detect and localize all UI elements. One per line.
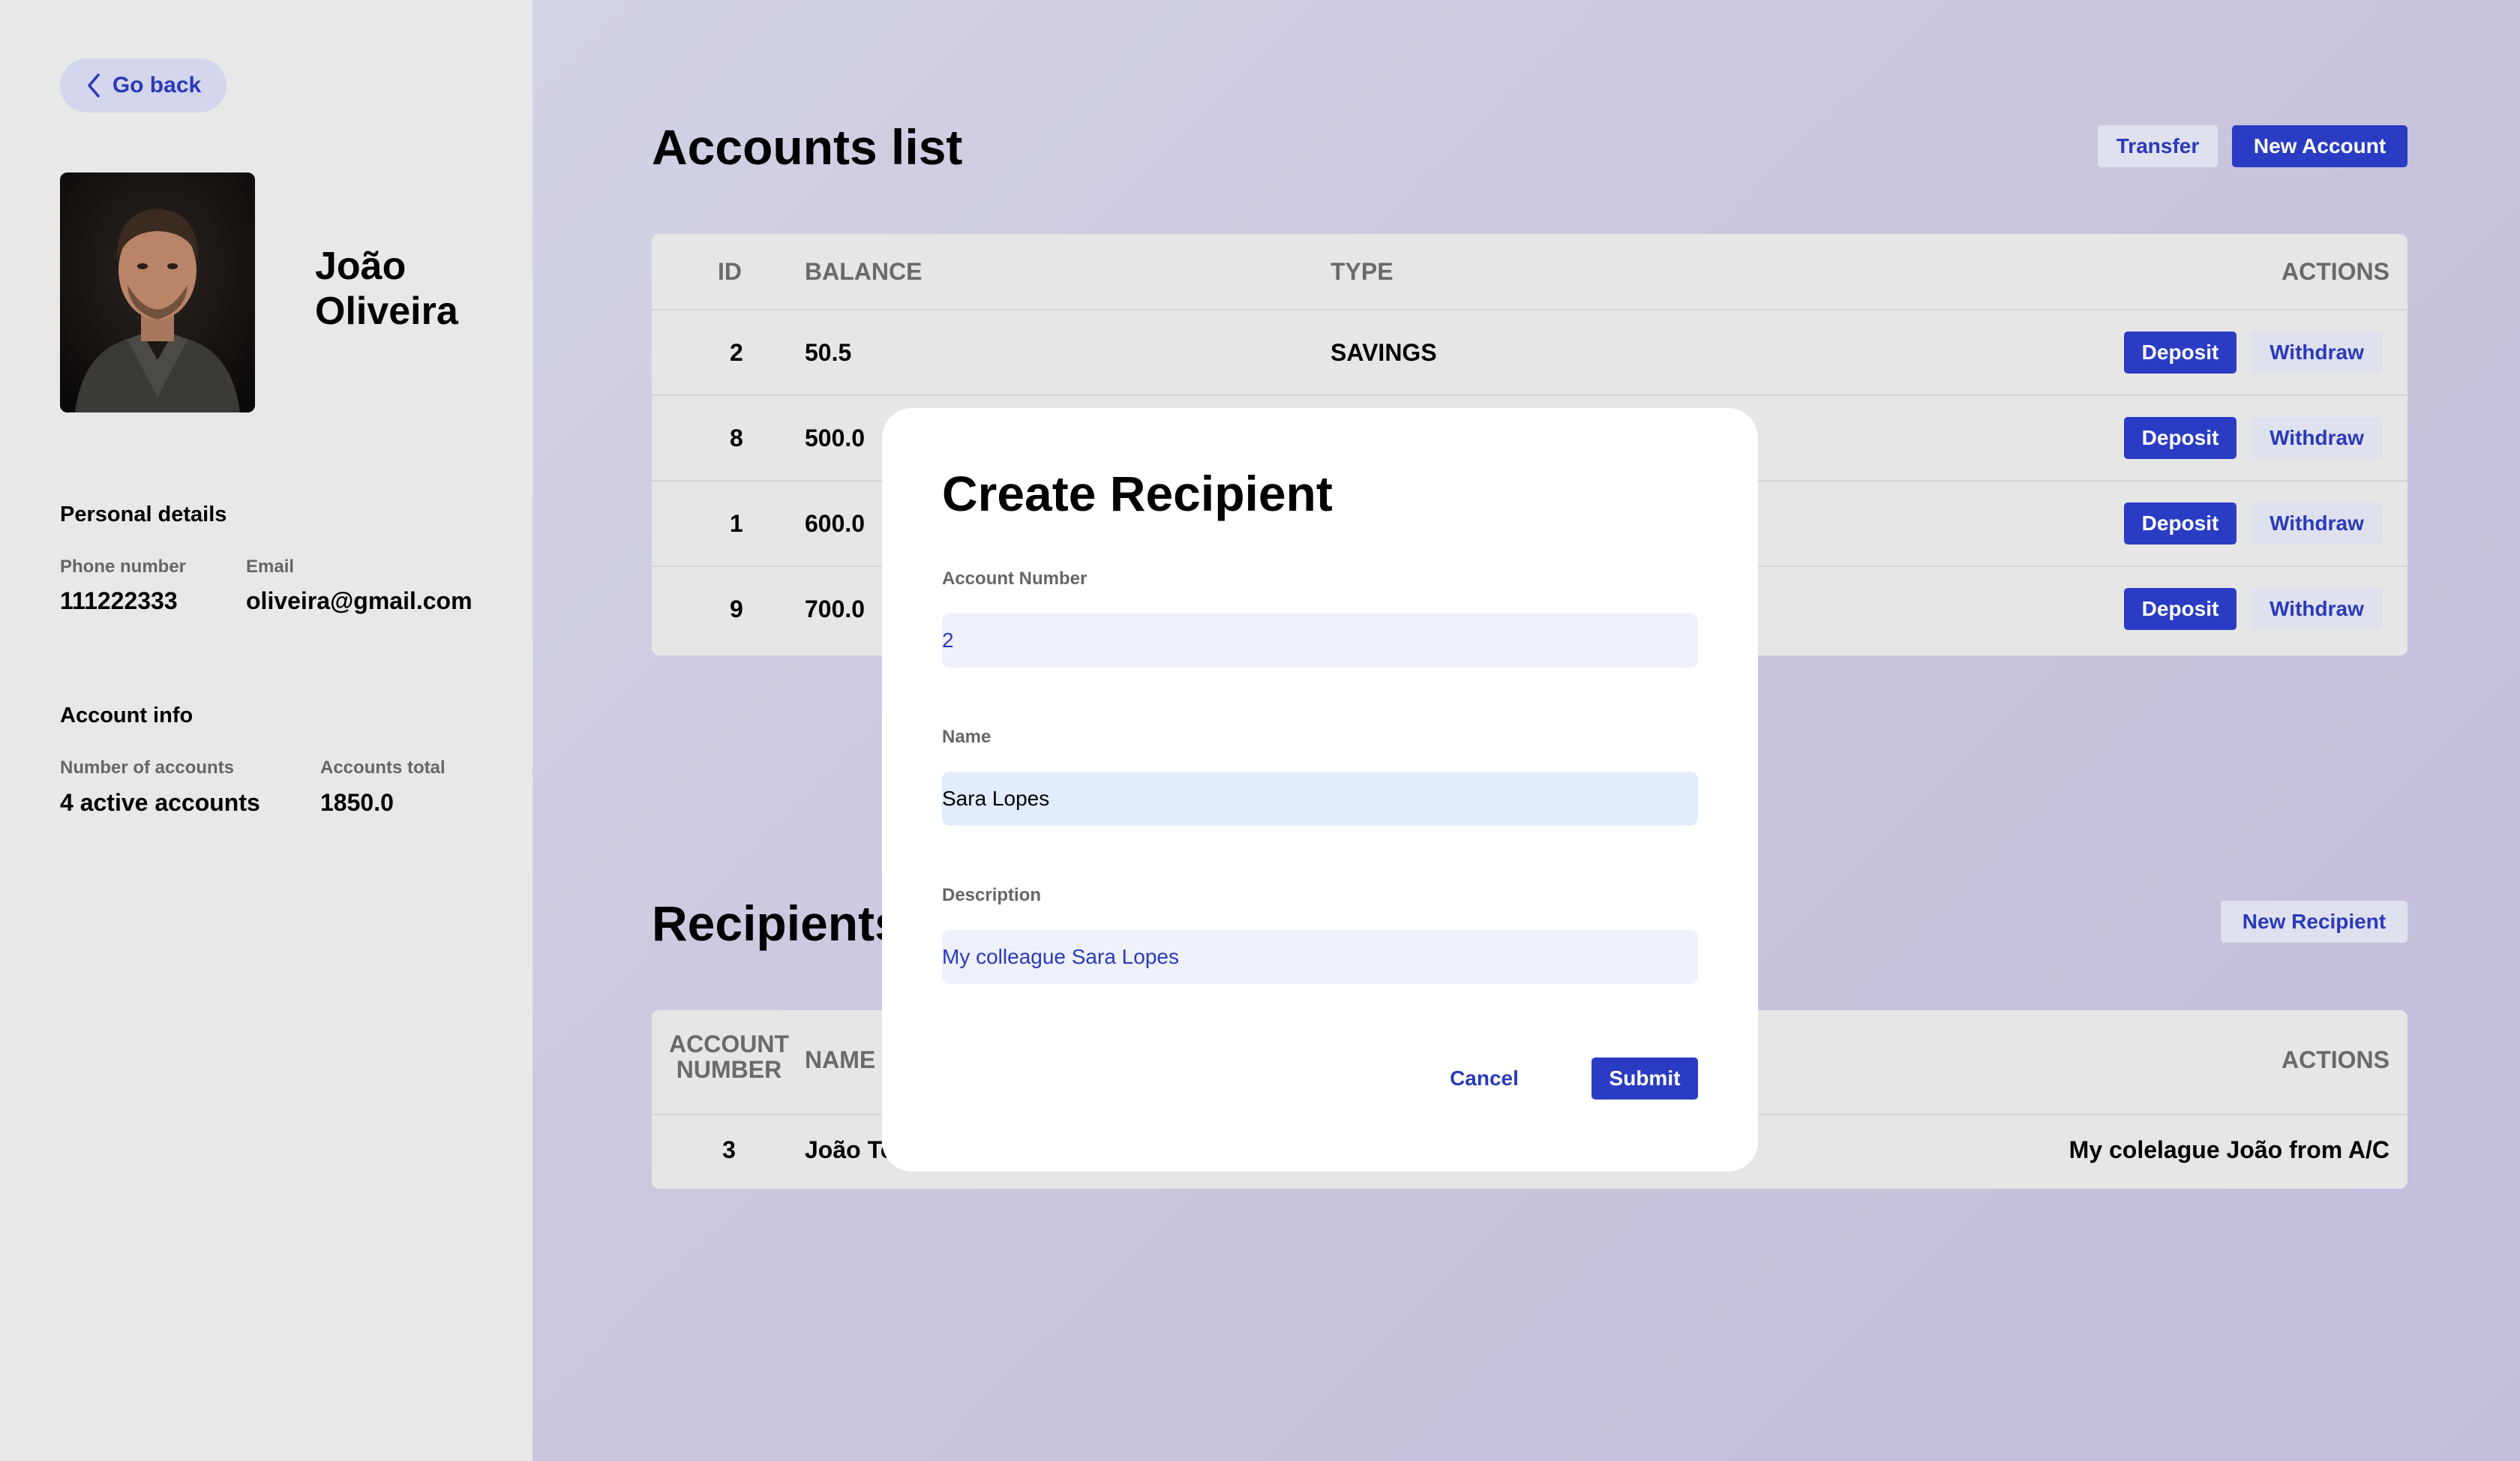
deposit-button[interactable]: Deposit xyxy=(2124,502,2236,544)
modal-title: Create Recipient xyxy=(942,466,1333,521)
name-label: Name xyxy=(942,727,992,747)
column-header-type: TYPE xyxy=(1330,258,1394,285)
row-divider xyxy=(652,309,2408,310)
account-number-input[interactable]: 2 xyxy=(942,614,1698,668)
user-last-name: Oliveira xyxy=(315,290,458,333)
row-divider xyxy=(652,394,2408,396)
withdraw-button[interactable]: Withdraw xyxy=(2252,332,2382,374)
chevron-left-icon xyxy=(88,74,100,98)
email-value: oliveira@gmail.com xyxy=(246,587,472,614)
withdraw-button[interactable]: Withdraw xyxy=(2252,588,2382,630)
account-number-value: 2 xyxy=(942,628,954,652)
transfer-button[interactable]: Transfer xyxy=(2098,125,2218,167)
accounts-count-label: Number of accounts xyxy=(60,758,235,778)
column-header-balance: BALANCE xyxy=(805,258,922,285)
accounts-list-title: Accounts list xyxy=(652,119,963,175)
account-balance: 600.0 xyxy=(805,510,866,537)
account-balance: 700.0 xyxy=(805,596,866,622)
deposit-button[interactable]: Deposit xyxy=(2124,588,2236,630)
submit-button[interactable]: Submit xyxy=(1592,1058,1698,1100)
description-input[interactable]: My colleague Sara Lopes xyxy=(942,930,1698,984)
go-back-label: Go back xyxy=(112,73,202,98)
accounts-count-value: 4 active accounts xyxy=(60,789,260,816)
name-value: Sara Lopes xyxy=(942,787,1050,810)
recipient-account: 3 xyxy=(722,1136,736,1163)
description-value: My colleague Sara Lopes xyxy=(942,945,1179,968)
account-id: 8 xyxy=(730,424,743,452)
column-header-actions: ACTIONS xyxy=(2282,258,2390,285)
user-first-name: João xyxy=(315,244,406,288)
name-input[interactable]: Sara Lopes xyxy=(942,772,1698,826)
account-info-title: Account info xyxy=(60,704,194,728)
deposit-button[interactable]: Deposit xyxy=(2124,417,2236,459)
email-label: Email xyxy=(246,556,295,577)
avatar xyxy=(60,172,255,412)
go-back-button[interactable]: Go back xyxy=(60,58,226,112)
account-id: 2 xyxy=(730,339,743,366)
user-name: João Oliveira xyxy=(315,244,510,334)
withdraw-button[interactable]: Withdraw xyxy=(2252,417,2382,459)
personal-details-title: Personal details xyxy=(60,502,227,526)
column-header-account-number: ACCOUNT NUMBER xyxy=(652,1031,806,1082)
cancel-button[interactable]: Cancel xyxy=(1420,1058,1548,1100)
recipients-title: Recipients xyxy=(652,896,902,951)
new-account-button[interactable]: New Account xyxy=(2232,125,2408,167)
new-recipient-button[interactable]: New Recipient xyxy=(2221,901,2408,943)
accounts-total-value: 1850.0 xyxy=(320,789,394,816)
column-header-id: ID xyxy=(718,258,742,285)
phone-value: 111222333 xyxy=(60,587,178,614)
column-header-account-line1: ACCOUNT xyxy=(669,1030,789,1058)
account-balance: 500.0 xyxy=(805,424,866,452)
phone-label: Phone number xyxy=(60,556,187,577)
recipient-description: My colelague João from A/C xyxy=(2068,1136,2390,1163)
account-id: 1 xyxy=(730,510,743,537)
account-id: 9 xyxy=(730,596,743,622)
column-header-name: NAME xyxy=(805,1046,876,1073)
description-label: Description xyxy=(942,885,1042,905)
column-header-account-line2: NUMBER xyxy=(676,1056,782,1083)
account-balance: 50.5 xyxy=(805,339,852,366)
profile-sidebar: Go back João Oliveira Personal details P… xyxy=(0,0,532,1461)
account-type: SAVINGS xyxy=(1330,339,1437,366)
accounts-total-label: Accounts total xyxy=(320,758,446,778)
deposit-button[interactable]: Deposit xyxy=(2124,332,2236,374)
withdraw-button[interactable]: Withdraw xyxy=(2252,502,2382,544)
account-number-label: Account Number xyxy=(942,568,1088,589)
create-recipient-modal: Create Recipient Account Number 2 Name S… xyxy=(882,408,1758,1172)
column-header-actions: ACTIONS xyxy=(2282,1046,2390,1073)
